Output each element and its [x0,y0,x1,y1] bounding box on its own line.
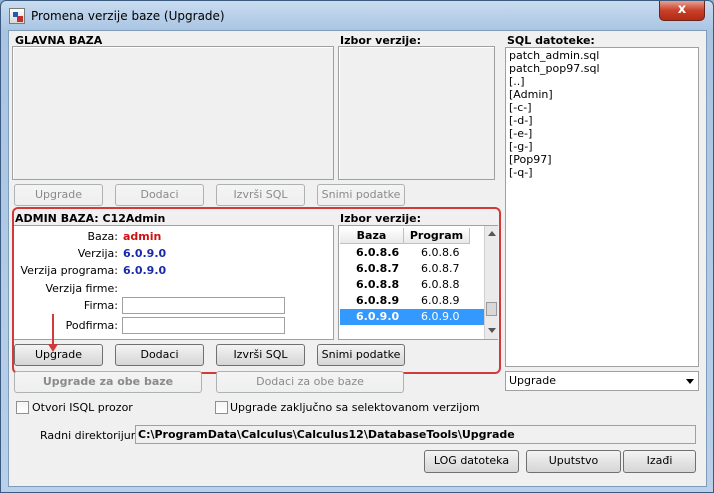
app-icon [9,8,25,24]
isql-checkbox[interactable] [16,401,29,414]
main-run-sql-button[interactable]: Izvrši SQL [216,184,305,206]
sql-filter-dropdown[interactable]: Upgrade [505,371,699,391]
list-item[interactable]: [Pop97] [509,153,552,166]
workdir-label: Radni direktorijum: [40,429,146,442]
list-item[interactable]: [-c-] [509,101,532,114]
workdir-field[interactable]: C:\ProgramData\Calculus\Calculus12\Datab… [135,425,696,444]
sql-files-title: SQL datoteke: [507,34,595,47]
list-item[interactable]: [-q-] [509,166,533,179]
list-item[interactable]: [-g-] [509,140,533,153]
app-window: Promena verzije baze (Upgrade) x GLAVNA … [0,0,714,493]
help-button[interactable]: Uputstvo [526,450,621,473]
window-title: Promena verzije baze (Upgrade) [31,9,225,23]
list-item[interactable]: [Admin] [509,88,553,101]
admin-section-highlight [12,207,501,374]
main-save-button[interactable]: Snimi podatke [317,184,405,206]
list-item[interactable]: [-d-] [509,114,533,127]
title-bar[interactable]: Promena verzije baze (Upgrade) x [1,1,713,31]
finalize-label[interactable]: Upgrade zaključno sa selektovanom verzij… [230,401,480,414]
isql-label[interactable]: Otvori ISQL prozor [32,401,133,414]
annotation-arrow-head [48,344,58,352]
finalize-checkbox[interactable] [215,401,228,414]
sql-files-list[interactable]: patch_admin.sql patch_pop97.sql [..] [Ad… [505,47,699,367]
list-item[interactable]: patch_admin.sql [509,49,599,62]
annotation-arrow [52,314,54,346]
add-both-button[interactable]: Dodaci za obe baze [216,371,404,393]
close-button[interactable]: x [659,1,705,21]
main-db-panel [12,46,334,180]
dialog-client-area: GLAVNA BAZA Izbor verzije: Upgrade Dodac… [8,30,707,487]
exit-button[interactable]: Izađi [623,450,696,473]
list-item[interactable]: [-e-] [509,127,532,140]
sql-filter-value: Upgrade [509,374,557,387]
chevron-down-icon[interactable] [686,379,694,384]
list-item[interactable]: patch_pop97.sql [509,62,600,75]
list-item[interactable]: [..] [509,75,525,88]
main-upgrade-button[interactable]: Upgrade [14,184,103,206]
main-db-version-list[interactable] [338,46,495,180]
log-file-button[interactable]: LOG datoteka [424,450,519,473]
upgrade-both-button[interactable]: Upgrade za obe baze [14,371,202,393]
main-add-button[interactable]: Dodaci [115,184,204,206]
